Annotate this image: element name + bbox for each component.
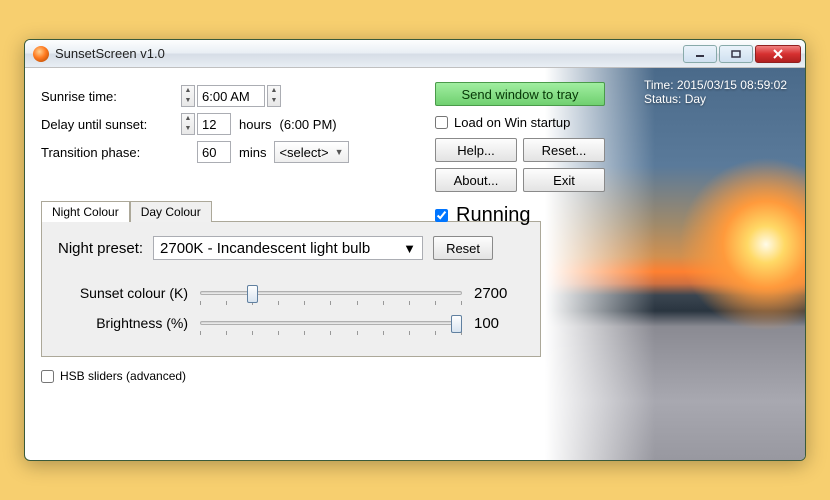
night-preset-select[interactable]: 2700K - Incandescent light bulb ▼ — [153, 236, 423, 260]
send-to-tray-button[interactable]: Send window to tray — [435, 82, 605, 106]
delay-spinner[interactable]: ▲▼ — [181, 113, 195, 135]
night-colour-panel: Night preset: 2700K - Incandescent light… — [41, 221, 541, 357]
transition-select[interactable]: <select> ▼ — [274, 141, 348, 163]
sunset-colour-slider[interactable] — [200, 283, 462, 303]
help-reset-row: Help... Reset... — [435, 138, 605, 162]
delay-hours-input[interactable] — [197, 113, 231, 135]
night-preset-value: 2700K - Incandescent light bulb — [160, 240, 370, 257]
load-on-startup-checkbox[interactable] — [435, 116, 448, 129]
hsb-checkbox[interactable] — [41, 370, 54, 383]
transition-row: Transition phase: mins <select> ▼ — [41, 138, 789, 166]
brightness-row: Brightness (%) 100 — [58, 308, 524, 338]
status-overlay: Time: 2015/03/15 08:59:02 Status: Day — [644, 78, 787, 106]
window-title: SunsetScreen v1.0 — [55, 46, 165, 61]
about-exit-row: About... Exit — [435, 168, 605, 192]
brightness-value: 100 — [474, 315, 524, 332]
brightness-label: Brightness (%) — [58, 315, 188, 331]
content-area: Time: 2015/03/15 08:59:02 Status: Day Su… — [25, 68, 805, 460]
titlebar[interactable]: SunsetScreen v1.0 — [25, 40, 805, 68]
minimize-icon — [695, 50, 705, 58]
minimize-button[interactable] — [683, 45, 717, 63]
preset-row: Night preset: 2700K - Incandescent light… — [58, 236, 524, 260]
help-button[interactable]: Help... — [435, 138, 517, 162]
app-window: SunsetScreen v1.0 Time: 2015/03/15 08:59… — [24, 39, 806, 461]
status-time: Time: 2015/03/15 08:59:02 — [644, 78, 787, 92]
preset-reset-button[interactable]: Reset — [433, 236, 493, 260]
hours-text: hours — [239, 117, 272, 132]
window-controls — [683, 45, 801, 63]
maximize-icon — [731, 50, 741, 58]
close-icon — [772, 49, 784, 59]
tab-night-colour[interactable]: Night Colour — [41, 201, 130, 222]
mins-text: mins — [239, 145, 266, 160]
load-on-startup-label: Load on Win startup — [454, 115, 570, 130]
transition-select-value: <select> — [279, 145, 328, 160]
chevron-down-icon: ▼ — [403, 241, 416, 256]
sunrise-time-input[interactable] — [197, 85, 265, 107]
sunrise-hour-spinner[interactable]: ▲▼ — [181, 85, 195, 107]
status-day: Status: Day — [644, 92, 787, 106]
about-button[interactable]: About... — [435, 168, 517, 192]
tab-day-colour[interactable]: Day Colour — [130, 201, 212, 222]
right-column: Send window to tray Load on Win startup … — [435, 82, 605, 227]
brightness-slider[interactable] — [200, 313, 462, 333]
hsb-label: HSB sliders (advanced) — [60, 369, 186, 383]
running-row: Running — [435, 204, 605, 227]
transition-mins-input[interactable] — [197, 141, 231, 163]
transition-label: Transition phase: — [41, 145, 181, 160]
exit-button[interactable]: Exit — [523, 168, 605, 192]
delay-label: Delay until sunset: — [41, 117, 181, 132]
chevron-down-icon: ▼ — [335, 147, 344, 157]
reset-button[interactable]: Reset... — [523, 138, 605, 162]
sunset-colour-label: Sunset colour (K) — [58, 285, 188, 301]
close-button[interactable] — [755, 45, 801, 63]
sunset-colour-row: Sunset colour (K) 2700 — [58, 278, 524, 308]
maximize-button[interactable] — [719, 45, 753, 63]
sunrise-label: Sunrise time: — [41, 89, 181, 104]
running-label: Running — [456, 204, 531, 227]
hsb-row[interactable]: HSB sliders (advanced) — [41, 369, 789, 383]
running-checkbox[interactable] — [435, 209, 448, 222]
sunrise-min-spinner[interactable]: ▲▼ — [267, 85, 281, 107]
load-on-startup-row[interactable]: Load on Win startup — [435, 112, 605, 132]
app-icon — [33, 46, 49, 62]
preset-label: Night preset: — [58, 240, 143, 257]
delay-row: Delay until sunset: ▲▼ hours (6:00 PM) — [41, 110, 789, 138]
sunset-colour-value: 2700 — [474, 285, 524, 302]
delay-pm-text: (6:00 PM) — [280, 117, 337, 132]
